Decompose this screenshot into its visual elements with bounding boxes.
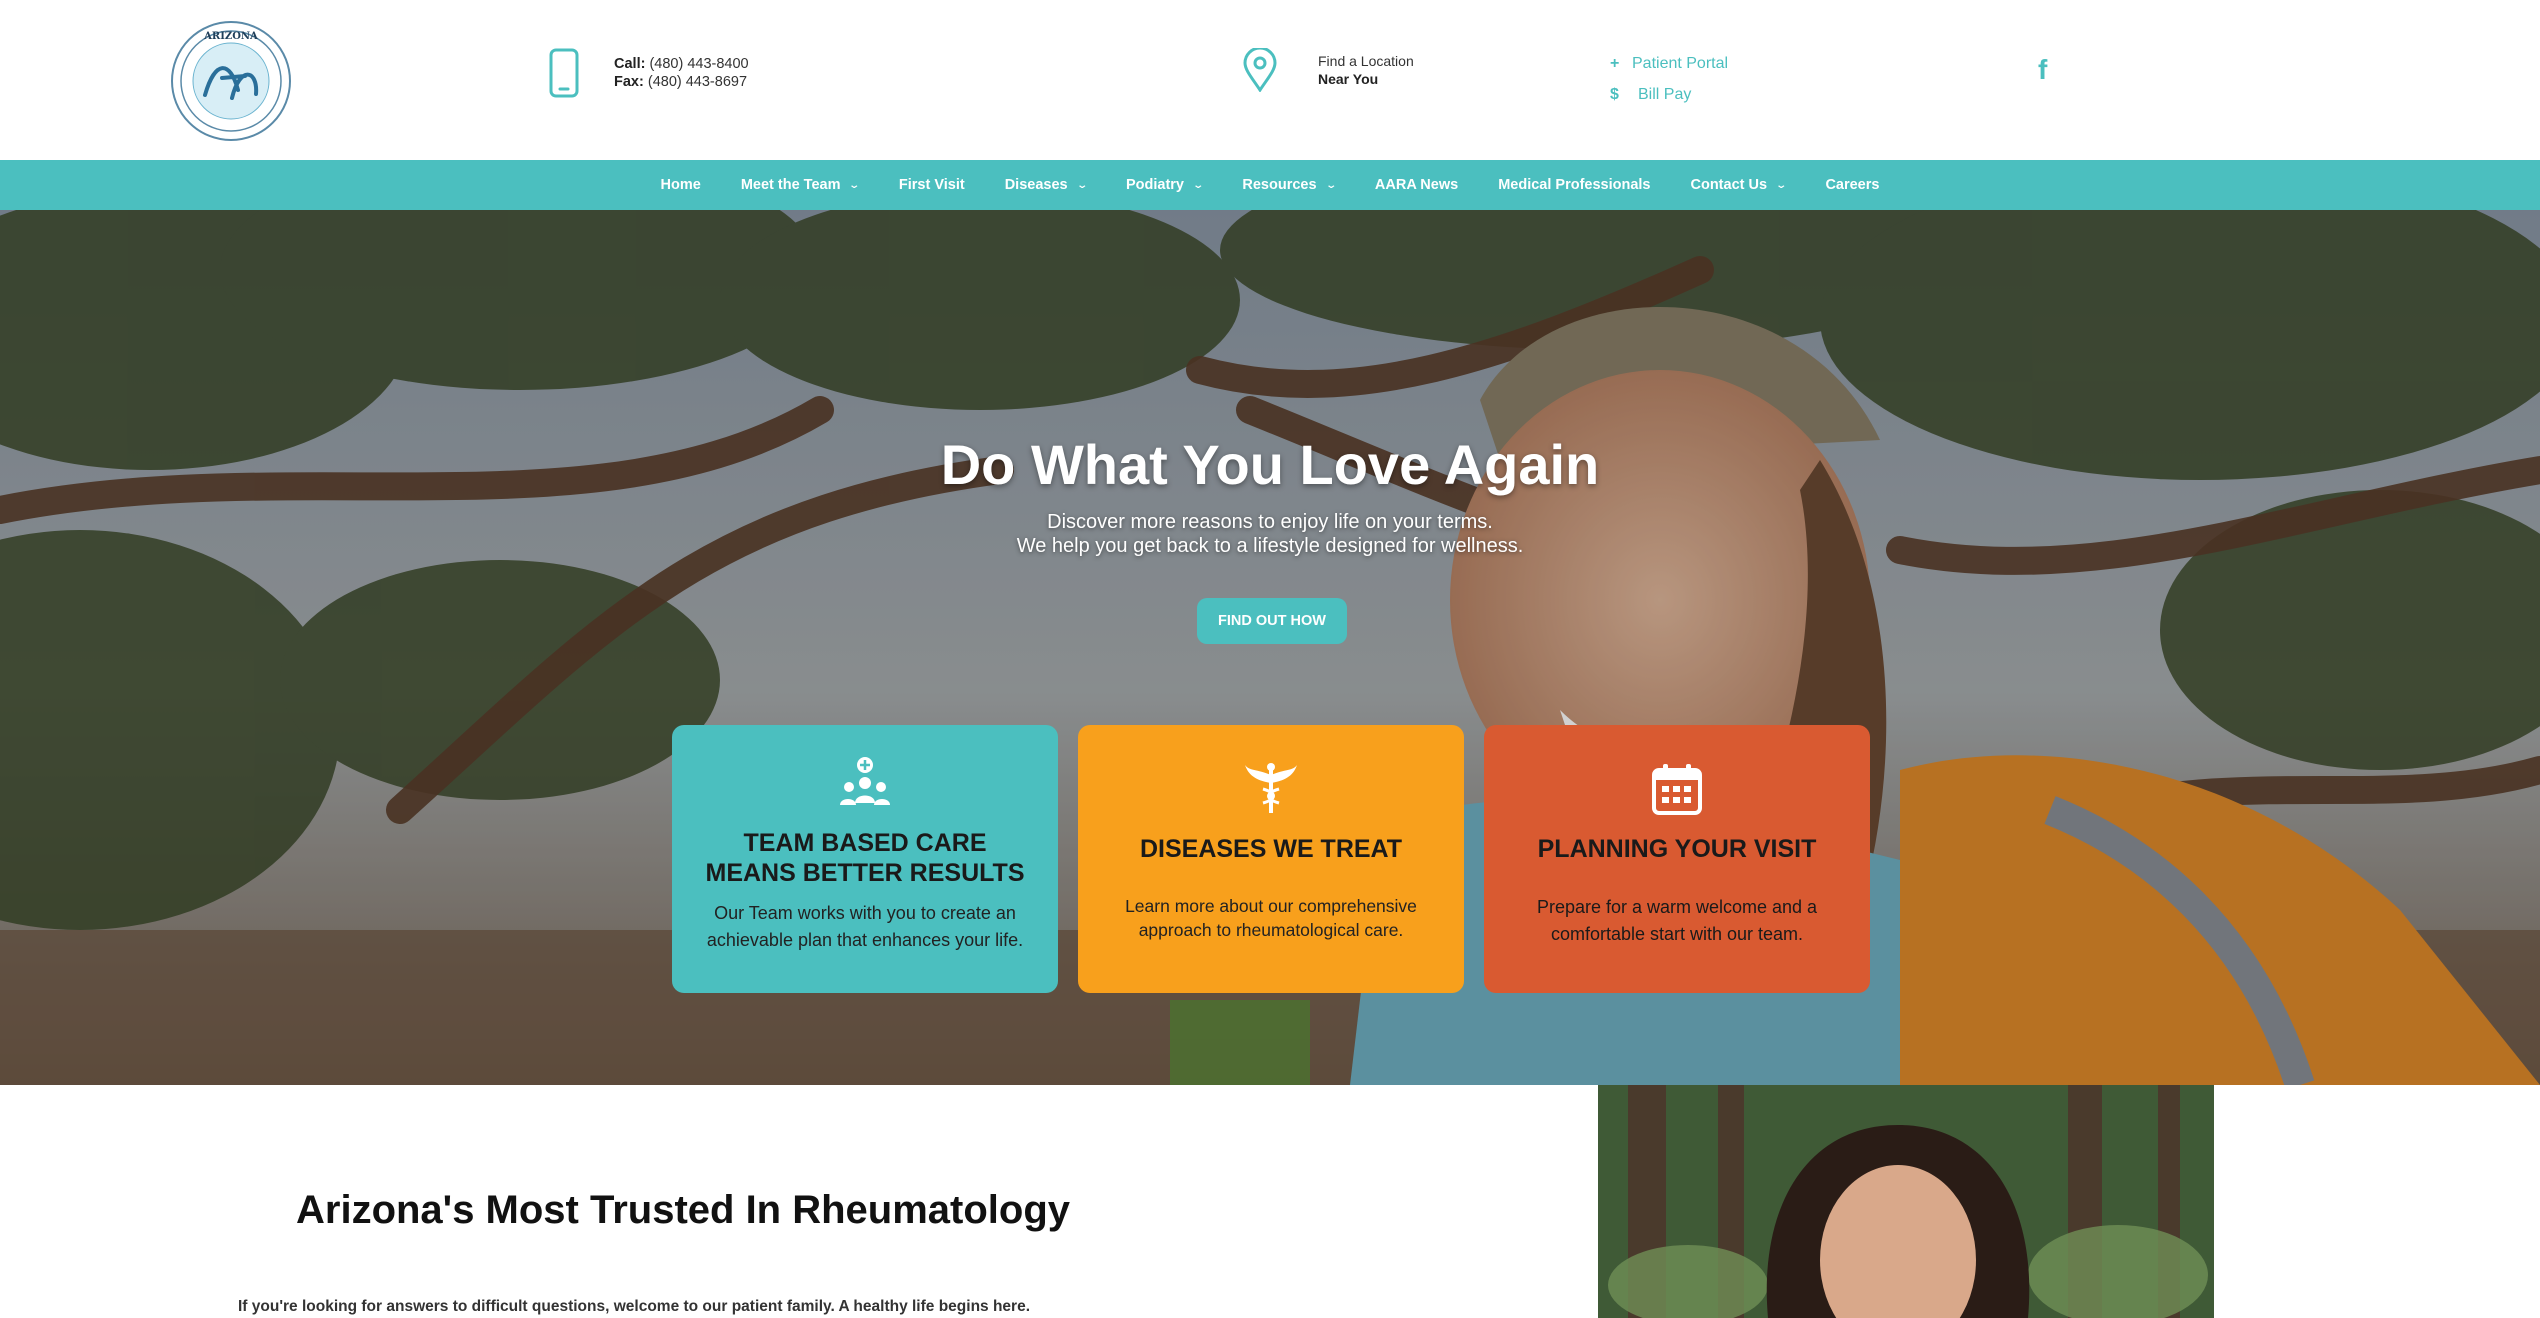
plus-icon: + [1610,55,1620,72]
contact-block: Call: (480) 443-8400 Fax: (480) 443-8697 [548,48,749,98]
nav-label: Careers [1825,177,1880,193]
nav-item-medical-professionals[interactable]: Medical Professionals [1498,177,1650,193]
map-pin-icon [1243,48,1277,92]
nav-item-meet-the-team[interactable]: Meet the Team ⌄ [740,177,861,193]
nav-item-resources[interactable]: Resources ⌄ [1242,177,1337,193]
call-number[interactable]: (480) 443-8400 [649,56,748,72]
nav-label: Diseases [1004,177,1068,193]
hero-subtitle: Discover more reasons to enjoy life on y… [0,510,2540,558]
location-line-1: Find a Location [1318,53,1414,69]
calendar-icon [1652,764,1702,815]
nav-label: Meet the Team [740,177,841,193]
caduceus-icon [1245,763,1297,813]
diseases-card[interactable]: DISEASES WE TREAT Learn more about our c… [1078,725,1464,993]
nav-label: Resources [1242,177,1317,193]
hero-subtitle-line-1: Discover more reasons to enjoy life on y… [1047,511,1493,533]
fax-number: (480) 443-8697 [647,74,748,90]
facebook-icon[interactable]: f [2038,56,2058,84]
nav-item-home[interactable]: Home [661,177,701,193]
find-out-how-button[interactable]: FIND OUT HOW [1197,598,1347,644]
chevron-down-icon: ⌄ [848,179,861,191]
card-title: PLANNING YOUR VISIT [1537,835,1817,863]
bill-pay-label: Bill Pay [1638,86,1692,103]
chevron-down-icon: ⌄ [1192,179,1205,191]
card-text: Our Team works with you to create an ach… [706,903,1024,950]
mobile-phone-icon [549,48,579,98]
site-header: ARIZONA Call: (480) 443-8400 Fax: (480) … [0,0,2540,160]
nav-item-careers[interactable]: Careers [1825,177,1879,193]
team-care-icon [840,757,890,805]
fax-label: Fax: [614,74,644,90]
location-line-2: Near You [1318,71,1379,87]
section-intro-text: If you're looking for answers to difficu… [238,1298,1031,1315]
card-text: Prepare for a warm welcome and a comfort… [1536,897,1818,944]
card-title: DISEASES WE TREAT [1139,835,1403,863]
chevron-down-icon: ⌄ [1324,179,1337,191]
aara-logo[interactable]: ARIZONA [170,20,292,142]
nav-label: Podiatry [1125,177,1184,193]
patient-portal-label: Patient Portal [1632,55,1729,72]
card-title: TEAM BASED CARE MEANS BETTER RESULTS [705,829,1025,887]
nav-label: Contact Us [1690,177,1768,193]
call-label: Call: [614,56,646,72]
team-care-card[interactable]: TEAM BASED CARE MEANS BETTER RESULTS Our… [672,725,1058,993]
chevron-down-icon: ⌄ [1775,179,1788,191]
nav-label: Medical Professionals [1498,177,1651,193]
hero-subtitle-line-2: We help you get back to a lifestyle desi… [1016,535,1524,557]
dollar-icon: $ [1610,86,1619,103]
nav-label: Home [660,177,701,193]
planning-visit-card[interactable]: PLANNING YOUR VISIT Prepare for a warm w… [1484,725,1870,993]
bill-pay-link[interactable]: $ Bill Pay [1610,79,1728,110]
chevron-down-icon: ⌄ [1075,179,1088,191]
logo-top-text: ARIZONA [203,31,258,42]
nav-item-podiatry[interactable]: Podiatry ⌄ [1125,177,1205,193]
main-nav: Home Meet the Team ⌄ First Visit Diseases… [0,160,2540,210]
nav-item-contact-us[interactable]: Contact Us ⌄ [1690,177,1788,193]
nav-item-diseases[interactable]: Diseases ⌄ [1004,177,1088,193]
card-text: Learn more about our comprehensive appro… [1125,896,1417,940]
section-title: Arizona's Most Trusted In Rheumatology [296,1188,1071,1232]
nav-label: First Visit [898,177,965,193]
quick-links: + Patient Portal $ Bill Pay [1610,48,1728,110]
nav-label: AARA News [1374,177,1459,193]
nav-item-first-visit[interactable]: First Visit [899,177,965,193]
nav-item-aara-news[interactable]: AARA News [1375,177,1458,193]
find-location-link[interactable]: Find a Location Near You [1242,48,1414,92]
hero-section: Do What You Love Again Discover more rea… [0,210,2540,1085]
doctor-photo [1598,1085,2214,1318]
hero-title: Do What You Love Again [940,433,1600,496]
patient-portal-link[interactable]: + Patient Portal [1610,48,1728,79]
